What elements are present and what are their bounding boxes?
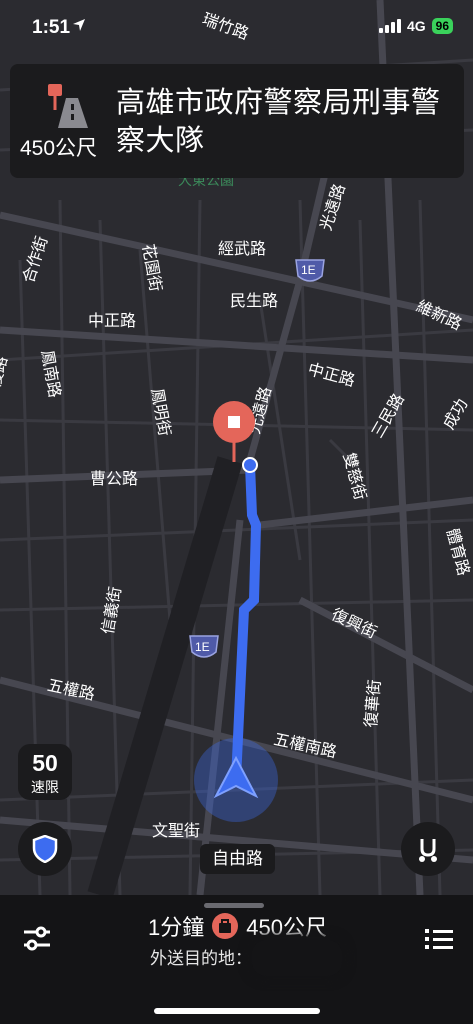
direction-banner[interactable]: 450公尺 高雄市政府警察局刑事警察大隊 xyxy=(10,64,464,178)
street-label-wensheng: 文聖街 xyxy=(152,822,200,840)
street-label-minsheng: 民生路 xyxy=(230,292,278,310)
current-location xyxy=(194,738,278,822)
home-indicator[interactable] xyxy=(154,1008,320,1014)
highway-shield-1E-mid: 1E xyxy=(189,635,219,658)
highway-shield-1E-top: 1E xyxy=(295,259,325,282)
status-time: 1:51 xyxy=(32,17,71,38)
status-indicators: 4G 96 xyxy=(378,18,453,34)
network-type: 4G xyxy=(406,18,426,34)
trip-eta: 1分鐘 xyxy=(148,915,205,940)
signal-bars-icon xyxy=(378,19,401,33)
trip-summary: 1分鐘 450公尺 xyxy=(148,910,327,942)
destination-title: 高雄市政府警察局刑事警察大隊 xyxy=(116,87,441,157)
street-label-cao: 曹公路 xyxy=(90,470,138,488)
current-road-label: 自由路 xyxy=(200,844,275,874)
svg-text:1E: 1E xyxy=(195,640,210,654)
bag-icon xyxy=(212,913,239,939)
banner-distance: 450公尺 xyxy=(20,137,98,160)
redacted-address xyxy=(252,940,342,976)
route-end-dot xyxy=(242,457,258,473)
svg-text:1E: 1E xyxy=(301,263,316,277)
trip-distance: 450公尺 xyxy=(246,915,327,940)
settings-sliders-icon[interactable] xyxy=(22,925,52,953)
location-arrow-icon xyxy=(73,19,85,31)
panel-drag-handle[interactable] xyxy=(204,903,264,908)
speed-limit-sign: 50 速限 xyxy=(18,744,72,800)
street-label-jingwu: 經武路 xyxy=(218,240,266,258)
safety-button[interactable] xyxy=(18,822,72,876)
trip-destination-label: 外送目的地： xyxy=(150,949,252,968)
speed-limit-unit: 速限 xyxy=(31,779,59,795)
battery-level: 96 xyxy=(431,18,453,34)
speed-limit-value: 50 xyxy=(32,750,58,776)
shield-icon xyxy=(32,835,58,863)
street-label-zhongzheng-left: 中正路 xyxy=(88,312,136,330)
status-bar: 1:51 4G 96 xyxy=(0,0,473,56)
route-options-button[interactable] xyxy=(401,822,455,876)
turn-road-icon xyxy=(48,84,88,128)
route-options-icon xyxy=(419,839,437,862)
list-icon[interactable] xyxy=(425,927,453,951)
